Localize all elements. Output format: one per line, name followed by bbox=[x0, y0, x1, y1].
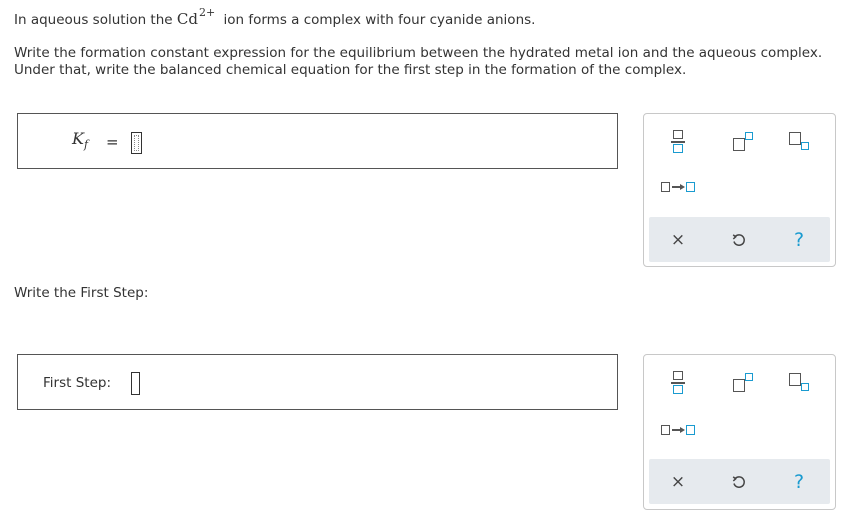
cadmium-ion: Cd2+ bbox=[176, 6, 215, 28]
kf-equals-sign: = bbox=[106, 133, 119, 151]
kf-input-cursor[interactable] bbox=[131, 132, 142, 154]
undo-icon[interactable] bbox=[725, 227, 753, 253]
first-step-prompt: Write the First Step: bbox=[14, 285, 149, 301]
kf-toolbar-panel: × ? bbox=[643, 113, 836, 267]
first-step-toolbar-panel: × ? bbox=[643, 354, 836, 510]
fraction-icon bbox=[671, 128, 685, 154]
reaction-arrow-button[interactable] bbox=[658, 419, 698, 441]
fraction-button[interactable] bbox=[666, 367, 690, 397]
reaction-arrow-icon bbox=[660, 180, 696, 194]
question-line-1: In aqueous solution the Cd2+ ion forms a… bbox=[14, 6, 536, 28]
kf-toolbar-actions: × ? bbox=[649, 217, 830, 262]
first-step-toolbar-actions: × ? bbox=[649, 459, 830, 504]
superscript-button[interactable] bbox=[728, 367, 758, 397]
kf-label-sub: f bbox=[83, 138, 89, 151]
subscript-icon bbox=[787, 129, 811, 153]
clear-x-icon[interactable]: × bbox=[664, 227, 692, 253]
superscript-icon bbox=[731, 370, 755, 394]
superscript-button[interactable] bbox=[728, 126, 758, 156]
question-line-2: Write the formation constant expression … bbox=[14, 45, 823, 61]
fraction-icon bbox=[671, 369, 685, 395]
question-line-3: Under that, write the balanced chemical … bbox=[14, 62, 687, 78]
kf-answer-box[interactable]: Kf = bbox=[17, 113, 618, 169]
fraction-button[interactable] bbox=[666, 126, 690, 156]
subscript-icon bbox=[787, 370, 811, 394]
question-line-1-after: ion forms a complex with four cyanide an… bbox=[223, 12, 536, 28]
reaction-arrow-button[interactable] bbox=[658, 176, 698, 198]
ion-charge: 2+ bbox=[198, 6, 216, 19]
ion-symbol: Cd bbox=[176, 10, 198, 28]
clear-x-icon[interactable]: × bbox=[664, 469, 692, 495]
kf-label-main: K bbox=[72, 129, 84, 148]
help-question-icon[interactable]: ? bbox=[785, 468, 813, 496]
help-question-icon[interactable]: ? bbox=[785, 226, 813, 254]
reaction-arrow-icon bbox=[660, 423, 696, 437]
undo-icon[interactable] bbox=[725, 469, 753, 495]
question-line-1-before: In aqueous solution the bbox=[14, 12, 173, 28]
first-step-answer-box[interactable]: First Step: bbox=[17, 354, 618, 410]
subscript-button[interactable] bbox=[784, 367, 814, 397]
subscript-button[interactable] bbox=[784, 126, 814, 156]
first-step-label: First Step: bbox=[43, 375, 111, 391]
superscript-icon bbox=[731, 129, 755, 153]
first-step-input-cursor[interactable] bbox=[131, 372, 140, 395]
kf-label: Kf bbox=[72, 129, 89, 151]
